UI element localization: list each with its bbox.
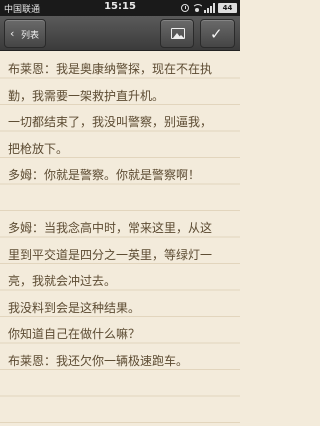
wifi-icon — [192, 3, 202, 13]
note-line: 一切都结束了，我没叫警察，别逼我， — [8, 115, 213, 129]
insert-image-button[interactable] — [160, 19, 194, 48]
checkmark-icon: ✓ — [210, 25, 223, 43]
alarm-icon — [181, 4, 189, 12]
chevron-left-icon: ‹ — [10, 27, 15, 40]
note-line: 把枪放下。 — [8, 141, 69, 156]
note-line: 勤，我需要一架救护直升机。 — [8, 88, 165, 103]
top-toolbar: ‹ 列表 ✓ — [0, 16, 240, 51]
note-line: 亮，我就会冲过去。 — [8, 274, 117, 288]
battery-indicator: 44 — [218, 3, 237, 13]
note-line: 多姆：你就是警察。你就是警察啊！ — [8, 168, 201, 182]
image-icon — [171, 28, 185, 39]
note-line — [8, 189, 232, 216]
note-line: 布莱恩：我还欠你一辆极速跑车。 — [8, 353, 189, 368]
back-button-label: 列表 — [21, 31, 40, 41]
back-to-list-button[interactable]: ‹ 列表 — [4, 19, 46, 48]
status-bar: 中国联通 15:15 44 — [0, 0, 240, 16]
note-line: 布莱恩：我是奥康纳警探，现在不在执 — [8, 62, 213, 76]
note-line — [8, 374, 232, 401]
note-line: 我没料到会是这种结果。 — [8, 300, 141, 315]
note-editor[interactable]: 布莱恩：我是奥康纳警探，现在不在执 勤，我需要一架救护直升机。 一切都结束了，我… — [0, 52, 240, 426]
note-line: 你知道自己在做什么嘛？ — [8, 327, 141, 341]
signal-icon — [204, 3, 215, 13]
note-line: 多姆：当我念高中时，常来这里，从这 — [8, 221, 213, 235]
save-button[interactable]: ✓ — [200, 19, 235, 48]
note-line: 里到平交道是四分之一英里，等绿灯一 — [8, 247, 213, 262]
